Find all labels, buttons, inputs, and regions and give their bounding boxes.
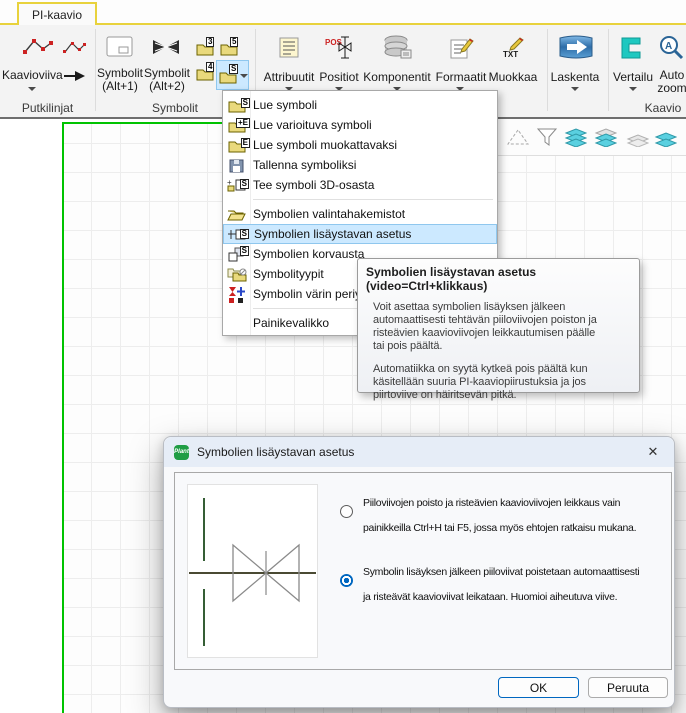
menu-item-symbolien-valintahakemistot[interactable]: Symbolien valintahakemistot xyxy=(223,204,497,224)
menu-item-tallenna-symboliksi[interactable]: Tallenna symboliksi xyxy=(223,155,497,175)
dropdown-caret-icon xyxy=(240,74,248,78)
layers-off-icon[interactable] xyxy=(625,127,649,147)
layers-all-icon[interactable] xyxy=(563,127,587,147)
symbol-from-3d-icon: + S xyxy=(223,177,250,193)
valve-preview-image xyxy=(187,484,318,658)
menu-item-label: Symbolien korvausta xyxy=(250,247,364,261)
cancel-button[interactable]: Peruuta xyxy=(588,677,668,698)
menu-item-lue-varioituva-symboli[interactable]: +E Lue varioituva symboli xyxy=(223,115,497,135)
symbol-replace-icon: S xyxy=(223,246,250,262)
folder-plus-e-icon: +E xyxy=(223,118,250,133)
radio-manual-mode-label[interactable]: Piiloviivojen poisto ja risteävien kaavi… xyxy=(363,491,673,541)
menu-item-label: Lue symboli xyxy=(250,98,317,112)
menu-item-tee-symboli-3d-osasta[interactable]: + S Tee symboli 3D-osasta xyxy=(223,175,497,195)
positiot-button[interactable]: Positiot xyxy=(315,71,363,84)
dashed-polygon-icon[interactable] xyxy=(506,127,530,147)
dialog-title: Symbolien lisäystavan asetus xyxy=(197,445,354,459)
tooltip-title: Symbolien lisäystavan asetus (video=Ctrl… xyxy=(366,265,631,293)
edit-text-icon[interactable]: TXT xyxy=(503,37,529,59)
laskenta-button[interactable]: Laskenta xyxy=(549,71,601,84)
app-logo-icon: Plant xyxy=(174,445,189,460)
menu-item-symbolien-lisaystavan-asetus[interactable]: S Symbolien lisäystavan asetus xyxy=(223,224,497,244)
symbolit-alt1-button[interactable]: Symbolit (Alt+1) xyxy=(95,67,145,93)
vertailu-caret-icon[interactable] xyxy=(629,87,637,91)
attributes-icon[interactable] xyxy=(279,37,299,58)
tooltip-body-1: Voit asettaa symbolien lisäyksen jälkeen… xyxy=(373,301,631,353)
folder-s-icon: S xyxy=(223,98,250,113)
filter-icon[interactable] xyxy=(535,127,559,147)
tab-pi-kaavio[interactable]: PI-kaavio xyxy=(17,2,97,25)
attribuutit-button[interactable]: Attribuutit xyxy=(258,71,320,84)
menu-separator xyxy=(223,195,497,204)
save-icon xyxy=(223,158,250,173)
layers-mixed-icon[interactable] xyxy=(593,127,617,147)
kaavioviiva-button[interactable]: Kaavioviiva xyxy=(2,69,62,82)
menu-item-lue-symboli-muokattavaksi[interactable]: E Lue symboli muokattavaksi xyxy=(223,135,497,155)
symbol-insert-setting-icon: S xyxy=(224,226,251,242)
folder-4-badge: 4 xyxy=(206,62,214,72)
ok-button[interactable]: OK xyxy=(498,677,579,698)
close-icon[interactable]: ✕ xyxy=(642,443,664,461)
calculation-icon[interactable] xyxy=(559,35,593,59)
pipe-arrow-icon[interactable] xyxy=(64,70,86,82)
components-icon[interactable] xyxy=(383,35,413,60)
radio-automatic-mode-label[interactable]: Symbolin lisäyksen jälkeen piiloviivat p… xyxy=(363,560,673,610)
layers-current-icon[interactable] xyxy=(653,127,677,147)
svg-text:POS: POS xyxy=(325,38,343,47)
menu-item-label: Painikevalikko xyxy=(250,316,329,330)
ribbon-tooltip: Symbolien lisäystavan asetus (video=Ctrl… xyxy=(357,258,640,393)
menu-item-label: Tallenna symboliksi xyxy=(250,158,356,172)
diagram-line-icon[interactable] xyxy=(22,37,54,56)
read-symbol-dropdown-button[interactable]: S xyxy=(216,60,249,90)
tooltip-body-2: Automatiikka on syytä kytkeä pois päältä… xyxy=(373,363,631,402)
positions-icon[interactable]: POS xyxy=(325,36,353,59)
group-separator xyxy=(547,29,548,111)
folder-5-badge: 5 xyxy=(230,37,238,47)
svg-text:A: A xyxy=(665,41,672,52)
symbol-color-inherit-icon xyxy=(223,286,250,303)
compare-icon[interactable] xyxy=(620,37,642,59)
group-label-kaavio: Kaavio xyxy=(640,101,686,115)
radio-automatic-mode[interactable] xyxy=(340,574,353,587)
laskenta-caret-icon[interactable] xyxy=(571,87,579,91)
menu-item-lue-symboli[interactable]: S Lue symboli xyxy=(223,95,497,115)
menu-item-label: Symbolityypit xyxy=(250,267,324,281)
group-separator xyxy=(608,29,609,111)
formats-icon[interactable] xyxy=(450,37,474,59)
svg-text:TXT: TXT xyxy=(503,50,518,59)
menu-item-label: Lue varioituva symboli xyxy=(250,118,372,132)
folder-s-badge: S xyxy=(229,64,238,74)
auto-zoom-icon[interactable]: A xyxy=(658,35,686,60)
dialog-title-bar: Plant Symbolien lisäystavan asetus ✕ xyxy=(164,437,674,467)
radio-manual-mode[interactable] xyxy=(340,505,353,518)
menu-item-label: Lue symboli muokattavaksi xyxy=(250,138,397,152)
symbol-types-icon xyxy=(223,266,250,282)
symbolit-alt2-button[interactable]: Symbolit (Alt+2) xyxy=(142,67,192,93)
symbol-insert-settings-dialog: Plant Symbolien lisäystavan asetus ✕ Pii… xyxy=(163,436,675,708)
ribbon-tab-bar: PI-kaavio xyxy=(0,0,686,25)
menu-item-label: Symbolien lisäystavan asetus xyxy=(251,227,411,241)
folder-e-icon: E xyxy=(223,138,250,153)
formaatit-button[interactable]: Formaatit xyxy=(434,71,488,84)
auto-zoom-button[interactable]: Auto zoom xyxy=(652,69,686,95)
group-label-putkilinjat: Putkilinjat xyxy=(0,101,95,115)
menu-item-label: Symbolien valintahakemistot xyxy=(250,207,405,221)
kaavioviiva-caret-icon[interactable] xyxy=(28,87,36,91)
symbol-placeholder-icon[interactable] xyxy=(106,36,133,57)
komponentit-button[interactable]: Komponentit xyxy=(358,71,436,84)
menu-item-label: Symbolin värin periy xyxy=(250,287,361,301)
menu-item-label: Tee symboli 3D-osasta xyxy=(250,178,374,192)
folder-3-badge: 3 xyxy=(206,37,214,47)
application-window: PI-kaavio Kaavioviiva Putkilinjat Symbol… xyxy=(0,0,686,713)
diagram-line-small-icon[interactable] xyxy=(63,40,87,55)
vertailu-button[interactable]: Vertailu xyxy=(610,71,656,84)
muokkaa-button[interactable]: Muokkaa xyxy=(486,71,540,84)
open-folder-icon xyxy=(223,207,250,222)
symbol-pattern-icon[interactable] xyxy=(152,39,180,55)
